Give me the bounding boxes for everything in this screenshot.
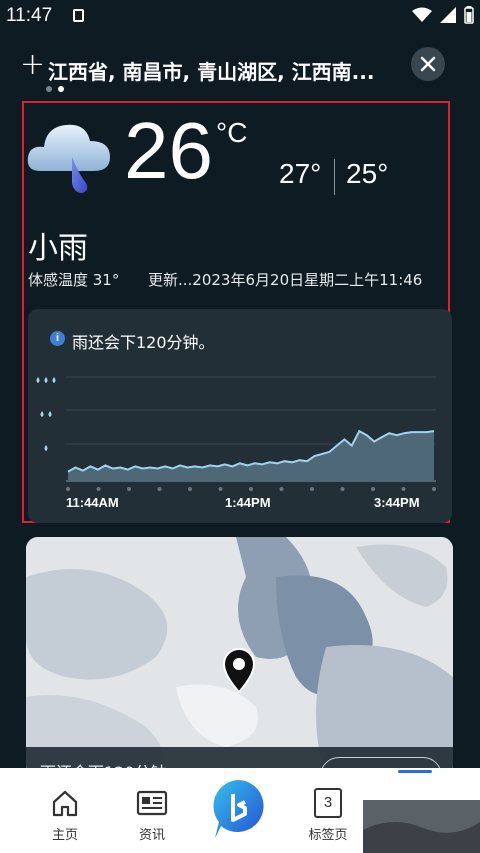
tabs-count-icon: 3: [314, 788, 342, 818]
x-tick-dot: [218, 487, 223, 491]
radar-map[interactable]: 雨还会下120分钟: [26, 537, 453, 777]
info-icon: i: [50, 331, 65, 346]
feels-like: 体感温度 31°: [28, 271, 120, 289]
low-temperature: 25°: [346, 158, 389, 189]
nav-news-label: 资讯: [138, 828, 165, 843]
x-tick-dot: [249, 487, 253, 491]
nav-tabs-label: 标签页: [308, 828, 348, 843]
location-pin-icon: [222, 648, 256, 693]
x-tick-dot: [188, 487, 192, 491]
x-tick-dot: [310, 487, 314, 491]
current-temperature: 26: [124, 106, 213, 195]
x-tick-dot: [96, 487, 101, 491]
page-indicator: [46, 86, 64, 92]
add-location-icon[interactable]: +: [20, 50, 45, 80]
nav-active-indicator: [398, 770, 432, 773]
x-tick-label-mid: 1:44PM: [225, 495, 271, 510]
status-bar: 11:47: [0, 0, 480, 34]
location-title[interactable]: 江西省, 南昌市, 青山湖区, 江西南...: [48, 56, 393, 85]
updated-time: 更新...2023年6月20日星期二上午11:46: [148, 271, 423, 289]
signal-icon: [440, 7, 456, 23]
hi-lo-divider: [334, 159, 335, 195]
battery-icon: [464, 6, 474, 24]
x-tick-label-end: 3:44PM: [374, 495, 420, 510]
screenshot-thumbnail[interactable]: [363, 800, 480, 853]
precipitation-message: 雨还会下120分钟。: [72, 333, 215, 352]
nav-home-label: 主页: [51, 828, 78, 843]
x-tick-label-start: 11:44AM: [66, 495, 119, 510]
page-dot: [46, 86, 52, 92]
temperature-unit[interactable]: °C: [216, 117, 247, 149]
wifi-icon: [412, 7, 432, 22]
weather-condition: 小雨: [28, 231, 88, 266]
x-tick-dot: [279, 487, 284, 491]
notification-icon: [73, 9, 84, 22]
nav-news[interactable]: 资讯: [122, 780, 182, 846]
x-tick-dot: [401, 487, 406, 491]
current-weather-card: 26 °C 27° 25° 小雨 体感温度 31° 更新...2023年6月20…: [22, 101, 452, 523]
nav-tabs[interactable]: 3 标签页: [298, 780, 358, 846]
news-icon: [136, 790, 168, 816]
status-time: 11:47: [6, 5, 53, 26]
x-tick-dot: [127, 487, 131, 491]
precipitation-chart: 11:44AM 1:44PM 3:44PM: [36, 376, 436, 510]
high-temperature: 27°: [279, 158, 322, 189]
bing-logo-icon: [213, 780, 264, 838]
close-button[interactable]: [411, 47, 445, 81]
bing-chat-button[interactable]: [211, 778, 267, 842]
nav-home[interactable]: 主页: [35, 780, 95, 846]
page-dot-active: [58, 86, 64, 92]
location-header: + 江西省, 南昌市, 青山湖区, 江西南...: [0, 44, 480, 88]
x-tick-dot: [66, 487, 70, 491]
x-tick-dot: [157, 487, 162, 491]
cloud-rain-icon: [27, 124, 110, 193]
drop-light-icon: [44, 445, 48, 451]
status-icons: [412, 6, 474, 24]
precipitation-card[interactable]: i 雨还会下120分钟。 11:44AM 1:44PM 3:44PM: [28, 309, 452, 523]
x-tick-dot: [371, 487, 375, 491]
x-tick-dot: [432, 487, 436, 491]
drop-moderate-icon: [40, 411, 52, 417]
drop-heavy-icon: [36, 377, 56, 383]
home-icon: [52, 790, 78, 817]
thumbnail-preview: [363, 800, 480, 853]
x-tick-dot: [340, 487, 345, 491]
close-icon: [420, 56, 436, 72]
